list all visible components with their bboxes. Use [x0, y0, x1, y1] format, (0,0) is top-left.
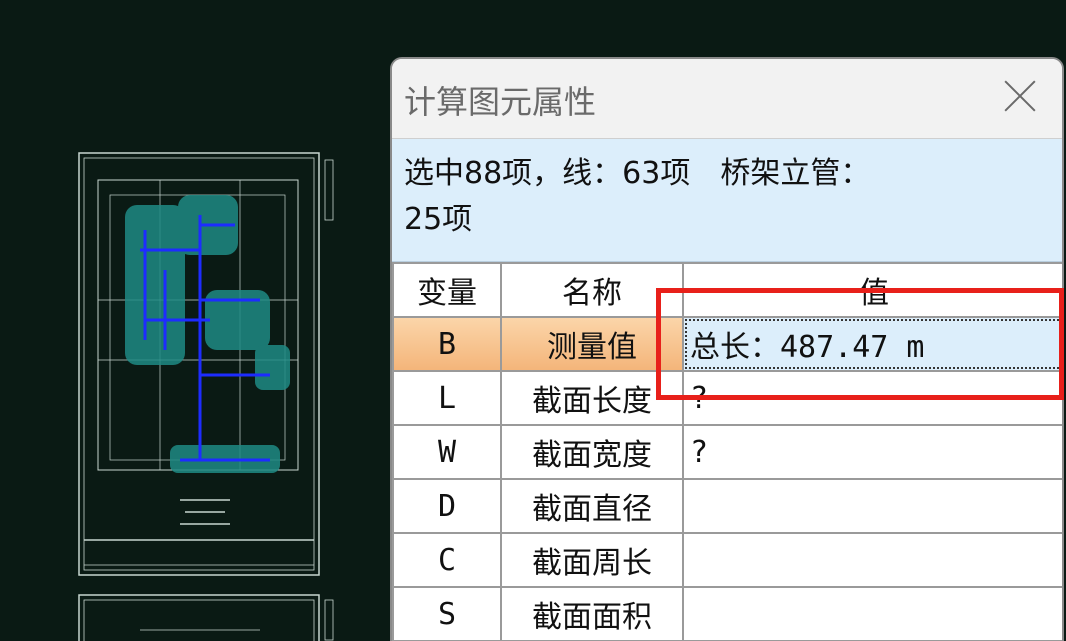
row-variable: W: [392, 424, 502, 480]
header-variable[interactable]: 变量: [392, 262, 502, 318]
header-name[interactable]: 名称: [500, 262, 684, 318]
properties-table: 变量 名称 值 B 测量值 总长：487.47 m L 截面长度 ? W 截面宽…: [392, 262, 1062, 641]
table-row[interactable]: C 截面周长: [392, 532, 1062, 588]
row-variable: C: [392, 532, 502, 588]
row-variable: B: [392, 316, 502, 372]
table-row[interactable]: D 截面直径: [392, 478, 1062, 534]
row-value[interactable]: ?: [682, 370, 1062, 426]
row-value[interactable]: [682, 532, 1062, 588]
row-name: 截面直径: [500, 478, 684, 534]
cad-drawing-sheet-bottom: [78, 594, 334, 641]
row-value[interactable]: [682, 478, 1062, 534]
row-value[interactable]: ?: [682, 424, 1062, 480]
row-name: 截面面积: [500, 586, 684, 641]
row-variable: L: [392, 370, 502, 426]
row-name: 截面长度: [500, 370, 684, 426]
row-value[interactable]: 总长：487.47 m: [682, 316, 1062, 372]
row-variable: S: [392, 586, 502, 641]
table-row[interactable]: S 截面面积: [392, 586, 1062, 641]
row-name: 截面宽度: [500, 424, 684, 480]
table-header-row: 变量 名称 值: [392, 262, 1062, 318]
summary-line-2: 25项: [404, 202, 473, 237]
row-variable: D: [392, 478, 502, 534]
table-row[interactable]: W 截面宽度 ?: [392, 424, 1062, 480]
dialog-titlebar[interactable]: 计算图元属性: [392, 59, 1062, 139]
summary-line-1: 选中88项，线：63项 桥架立管：: [404, 156, 871, 191]
header-value[interactable]: 值: [682, 262, 1062, 318]
dialog-title: 计算图元属性: [404, 83, 597, 121]
table-row[interactable]: B 测量值 总长：487.47 m: [392, 316, 1062, 372]
element-properties-dialog: 计算图元属性 选中88项，线：63项 桥架立管： 25项 变量 名称 值 B 测…: [390, 57, 1064, 641]
row-name: 截面周长: [500, 532, 684, 588]
cable-tray-region: [125, 195, 290, 473]
close-icon[interactable]: [1000, 75, 1040, 115]
selection-summary: 选中88项，线：63项 桥架立管： 25项: [392, 139, 1062, 262]
table-row[interactable]: L 截面长度 ?: [392, 370, 1062, 426]
row-value[interactable]: [682, 586, 1062, 641]
row-name: 测量值: [500, 316, 684, 372]
